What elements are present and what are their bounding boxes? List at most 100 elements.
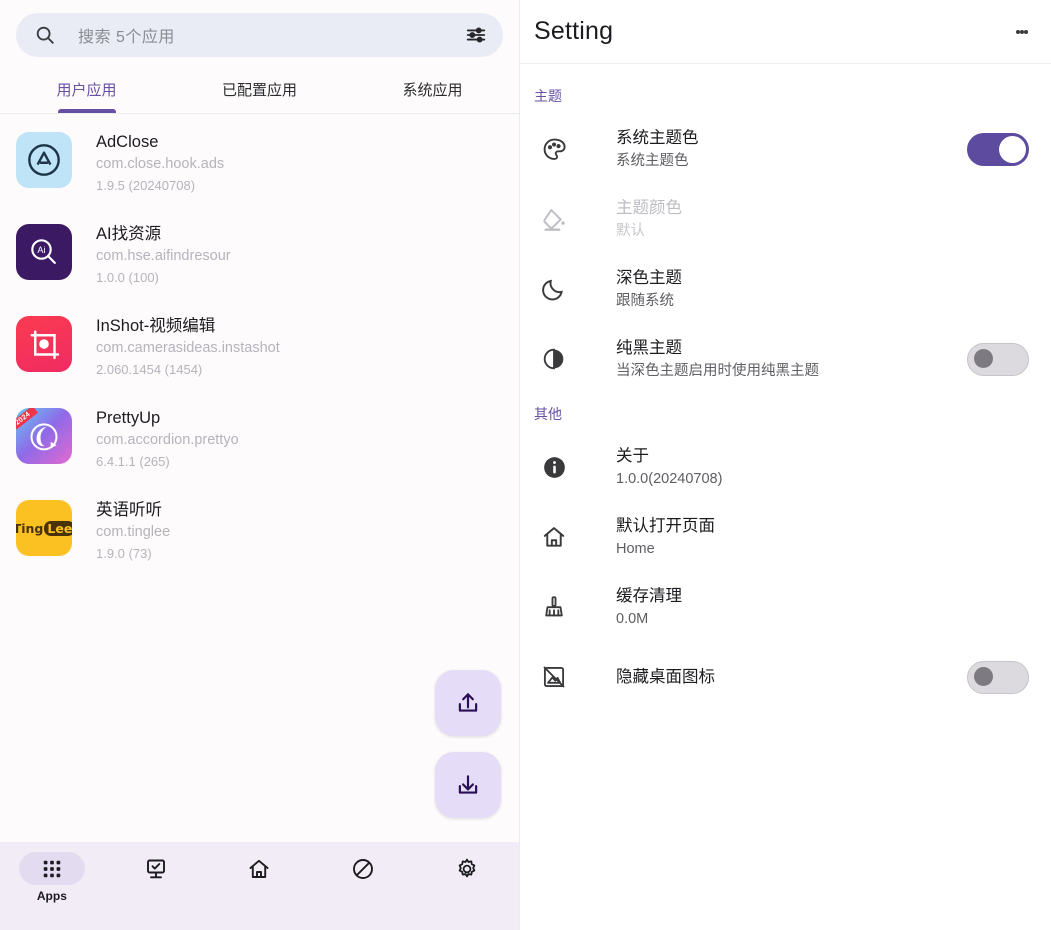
setting-row-dark-theme[interactable]: 深色主题 跟随系统 (520, 254, 1051, 324)
toggle-knob (974, 667, 993, 686)
search-bar[interactable]: 搜索 5个应用 (16, 13, 503, 57)
tab-label: 已配置应用 (222, 82, 297, 99)
app-name: 英语听听 (96, 499, 170, 521)
setting-row-pure-black-theme[interactable]: 纯黑主题 当深色主题启用时使用纯黑主题 (520, 324, 1051, 394)
app-meta: InShot-视频编辑 com.camerasideas.instashot 2… (96, 314, 280, 380)
toggle-system-theme-color[interactable] (967, 133, 1029, 166)
ai-search-app-icon: Ai (16, 224, 72, 280)
nav-item-settings[interactable] (415, 852, 519, 885)
app-version: 6.4.1.1 (265) (96, 452, 239, 472)
fab-column (435, 670, 501, 818)
setting-subtitle: 0.0M (616, 608, 1029, 630)
setting-title: 默认打开页面 (616, 514, 1029, 538)
app-list-item[interactable]: TingLee 英语听听 com.tinglee 1.9.0 (73) (0, 490, 519, 582)
kebab-dot (1024, 30, 1028, 34)
setting-title: 纯黑主题 (616, 336, 967, 360)
setting-subtitle: 跟随系统 (616, 290, 1029, 312)
app-version: 1.9.0 (73) (96, 544, 170, 564)
adclose-app-icon (16, 132, 72, 188)
setting-subtitle: 当深色主题启用时使用纯黑主题 (616, 360, 967, 382)
toggle-pure-black-theme[interactable] (967, 343, 1029, 376)
setting-title: 隐藏桌面图标 (616, 665, 967, 689)
import-fab[interactable] (435, 752, 501, 818)
nav-item-monitor[interactable] (104, 852, 208, 885)
tab-label: 系统应用 (402, 82, 462, 99)
nav-item-home[interactable] (208, 852, 312, 885)
app-name: InShot-视频编辑 (96, 315, 280, 337)
setting-row-cache-clean[interactable]: 缓存清理 0.0M (520, 572, 1051, 642)
setting-subtitle: Home (616, 538, 1029, 560)
inshot-app-icon (16, 316, 72, 372)
app-list-item[interactable]: Ai AI找资源 com.hse.aifindresour 1.0.0 (100… (0, 214, 519, 306)
home-icon (226, 852, 292, 885)
app-root: 搜索 5个应用 用户应用 已配置应用 系统应用 (0, 0, 1051, 930)
app-package: com.accordion.prettyo (96, 429, 239, 452)
setting-row-default-page[interactable]: 默认打开页面 Home (520, 502, 1051, 572)
setting-text: 缓存清理 0.0M (616, 584, 1029, 630)
setting-text: 默认打开页面 Home (616, 514, 1029, 560)
setting-title: 关于 (616, 444, 1029, 468)
paint-bucket-icon (534, 206, 574, 233)
app-version: 2.060.1454 (1454) (96, 360, 280, 380)
app-name: AdClose (96, 131, 224, 153)
grid-apps-icon (19, 852, 85, 885)
setting-row-hide-launcher-icon[interactable]: 隐藏桌面图标 (520, 642, 1051, 712)
nav-item-block[interactable] (311, 852, 415, 885)
nav-item-apps[interactable]: Apps (0, 852, 104, 903)
tune-filter-icon[interactable] (465, 24, 487, 46)
setting-subtitle: 1.0.0(20240708) (616, 468, 1029, 490)
setting-title: 系统主题色 (616, 126, 967, 150)
setting-title: 缓存清理 (616, 584, 1029, 608)
toggle-knob (974, 349, 993, 368)
settings-body: 主题 系统主题色 系统主题色 (520, 64, 1051, 930)
setting-title: 深色主题 (616, 266, 1029, 290)
search-section: 搜索 5个应用 (0, 0, 519, 57)
broom-icon (534, 594, 574, 620)
nav-label-apps: Apps (37, 889, 67, 903)
kebab-menu-icon[interactable] (1007, 17, 1037, 47)
app-name: AI找资源 (96, 223, 231, 245)
setting-text: 隐藏桌面图标 (616, 665, 967, 689)
setting-text: 系统主题色 系统主题色 (616, 126, 967, 172)
setting-subtitle: 默认 (616, 220, 1029, 242)
block-icon (330, 852, 396, 885)
tab-system-apps[interactable]: 系统应用 (346, 73, 519, 113)
tinglee-app-icon: TingLee (16, 500, 72, 556)
export-fab[interactable] (435, 670, 501, 736)
setting-subtitle: 系统主题色 (616, 150, 967, 172)
app-list-item[interactable]: 2024 PrettyUp com.accordion.prettyo 6.4.… (0, 398, 519, 490)
search-input-placeholder[interactable]: 搜索 5个应用 (78, 23, 465, 47)
contrast-icon (534, 346, 574, 372)
app-version: 1.9.5 (20240708) (96, 176, 224, 196)
prettyup-app-icon: 2024 (16, 408, 72, 464)
app-list-item[interactable]: AdClose com.close.hook.ads 1.9.5 (202407… (0, 122, 519, 214)
tab-configured-apps[interactable]: 已配置应用 (173, 73, 346, 113)
section-title-other: 其他 (520, 394, 1051, 432)
setting-text: 纯黑主题 当深色主题启用时使用纯黑主题 (616, 336, 967, 382)
app-version: 1.0.0 (100) (96, 268, 231, 288)
app-meta: PrettyUp com.accordion.prettyo 6.4.1.1 (… (96, 406, 239, 472)
info-icon (534, 454, 574, 481)
setting-text: 深色主题 跟随系统 (616, 266, 1029, 312)
moon-icon (534, 276, 574, 302)
app-meta: AdClose com.close.hook.ads 1.9.5 (202407… (96, 130, 224, 196)
setting-row-system-theme-color[interactable]: 系统主题色 系统主题色 (520, 114, 1051, 184)
setting-row-about[interactable]: 关于 1.0.0(20240708) (520, 432, 1051, 502)
setting-row-theme-color[interactable]: 主题颜色 默认 (520, 184, 1051, 254)
tab-user-apps[interactable]: 用户应用 (0, 73, 173, 113)
settings-header: Setting (520, 0, 1051, 64)
palette-icon (534, 136, 574, 163)
app-name: PrettyUp (96, 407, 239, 429)
app-package: com.tinglee (96, 521, 170, 544)
tinglee-icon-label: TingLee (16, 521, 72, 536)
app-package: com.close.hook.ads (96, 153, 224, 176)
home-icon (534, 524, 574, 550)
app-package: com.camerasideas.instashot (96, 337, 280, 360)
app-list-item[interactable]: InShot-视频编辑 com.camerasideas.instashot 2… (0, 306, 519, 398)
toggle-knob (999, 136, 1026, 163)
app-meta: AI找资源 com.hse.aifindresour 1.0.0 (100) (96, 222, 231, 288)
hide-image-icon (534, 664, 574, 690)
app-package: com.hse.aifindresour (96, 245, 231, 268)
gear-icon (434, 852, 500, 885)
toggle-hide-launcher-icon[interactable] (967, 661, 1029, 694)
